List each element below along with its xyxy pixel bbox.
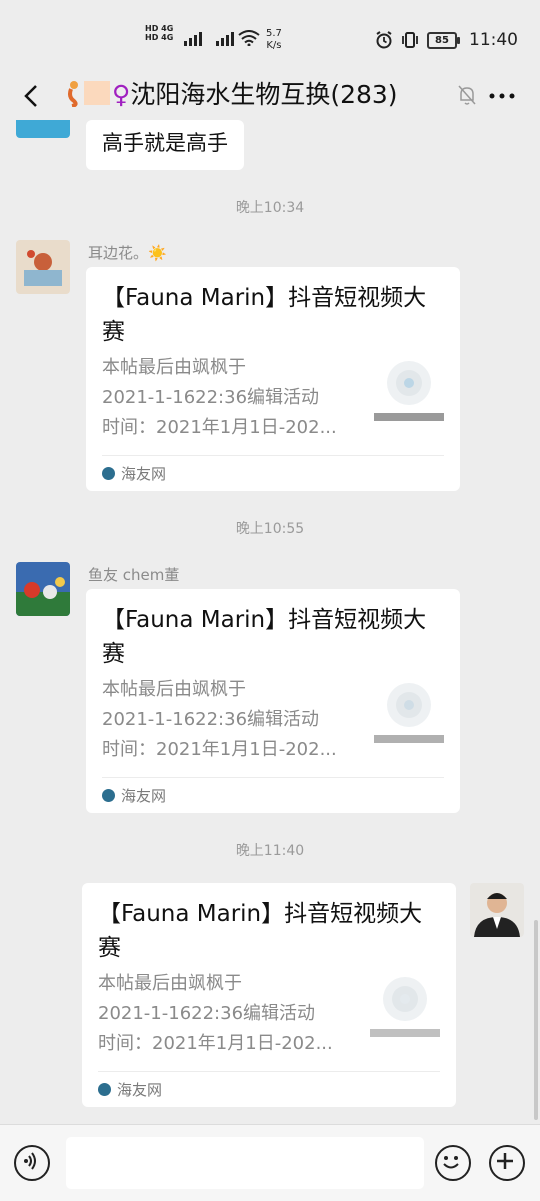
- card-thumbnail: [374, 353, 444, 427]
- avatar[interactable]: [16, 120, 70, 138]
- timestamp: 晚上11:40: [235, 843, 305, 859]
- timestamp: 晚上10:55: [235, 521, 305, 537]
- scrollbar[interactable]: [534, 920, 538, 1120]
- back-chevron-icon[interactable]: [18, 82, 46, 110]
- avatar[interactable]: [16, 562, 70, 616]
- chat-header: ♀沈阳海水生物互换(283): [0, 72, 540, 120]
- source-logo-icon: [98, 1083, 111, 1096]
- message-bubble[interactable]: 高手就是高手: [86, 120, 244, 170]
- divider: [102, 777, 444, 778]
- avatar[interactable]: [16, 240, 70, 294]
- avatar[interactable]: [470, 883, 524, 937]
- battery-indicator: 85: [427, 31, 460, 49]
- card-thumbnail: [374, 675, 444, 749]
- divider: [98, 1071, 440, 1072]
- network-speed: 5.7 K/s: [266, 28, 282, 51]
- status-bar: HD 4G HD 4G 5.7 K/s 85 11:40: [0, 0, 540, 72]
- unknown-glyph-box: [84, 81, 110, 105]
- female-sign-icon: ♀: [112, 80, 131, 109]
- mermaid-emoji-icon: [68, 81, 78, 108]
- card-title: 【Fauna Marin】抖音短视频大赛: [102, 607, 427, 667]
- card-description: 本帖最后由飒枫于 2021-1-1622:36编辑活动 时间：2021年1月1日…: [102, 357, 337, 438]
- card-title: 【Fauna Marin】抖音短视频大赛: [102, 285, 427, 345]
- alarm-icon: [376, 31, 392, 49]
- voice-icon[interactable]: [14, 1145, 50, 1181]
- link-card[interactable]: 【Fauna Marin】抖音短视频大赛 本帖最后由飒枫于 2021-1-162…: [86, 589, 460, 813]
- more-dots-icon[interactable]: [488, 92, 516, 100]
- emoji-icon[interactable]: [435, 1145, 471, 1181]
- card-description: 本帖最后由飒枫于 2021-1-1622:36编辑活动 时间：2021年1月1日…: [98, 973, 333, 1054]
- wifi-icon: [238, 30, 260, 46]
- chat-title: ♀沈阳海水生物互换(283): [66, 78, 398, 112]
- network-type: HD 4G HD 4G: [145, 24, 174, 42]
- plus-icon[interactable]: [489, 1145, 525, 1181]
- link-card[interactable]: 【Fauna Marin】抖音短视频大赛 本帖最后由飒枫于 2021-1-162…: [82, 883, 456, 1107]
- source-logo-icon: [102, 467, 115, 480]
- signal-icon: [184, 30, 202, 46]
- card-source: 海友网: [102, 463, 166, 484]
- chat-title-text: 沈阳海水生物互换(283): [130, 80, 398, 109]
- card-title: 【Fauna Marin】抖音短视频大赛: [98, 901, 423, 961]
- card-source: 海友网: [102, 785, 166, 806]
- source-logo-icon: [102, 789, 115, 802]
- card-thumbnail: [370, 969, 440, 1043]
- clock: 11:40: [469, 30, 518, 50]
- muted-bell-icon: [458, 85, 476, 105]
- message-input[interactable]: [66, 1137, 424, 1189]
- input-bar: [0, 1124, 540, 1201]
- card-source: 海友网: [98, 1079, 162, 1100]
- divider: [102, 455, 444, 456]
- chat-messages[interactable]: 高手就是高手 晚上10:34 耳边花。☀️ 【Fauna Marin】抖音短视频…: [0, 120, 540, 1124]
- vibrate-icon: [402, 32, 418, 48]
- link-card[interactable]: 【Fauna Marin】抖音短视频大赛 本帖最后由飒枫于 2021-1-162…: [86, 267, 460, 491]
- sender-name: 鱼友 chem董: [88, 566, 180, 584]
- signal-icon: [216, 30, 234, 46]
- timestamp: 晚上10:34: [235, 200, 305, 216]
- sender-name: 耳边花。☀️: [88, 244, 167, 262]
- card-description: 本帖最后由飒枫于 2021-1-1622:36编辑活动 时间：2021年1月1日…: [102, 679, 337, 760]
